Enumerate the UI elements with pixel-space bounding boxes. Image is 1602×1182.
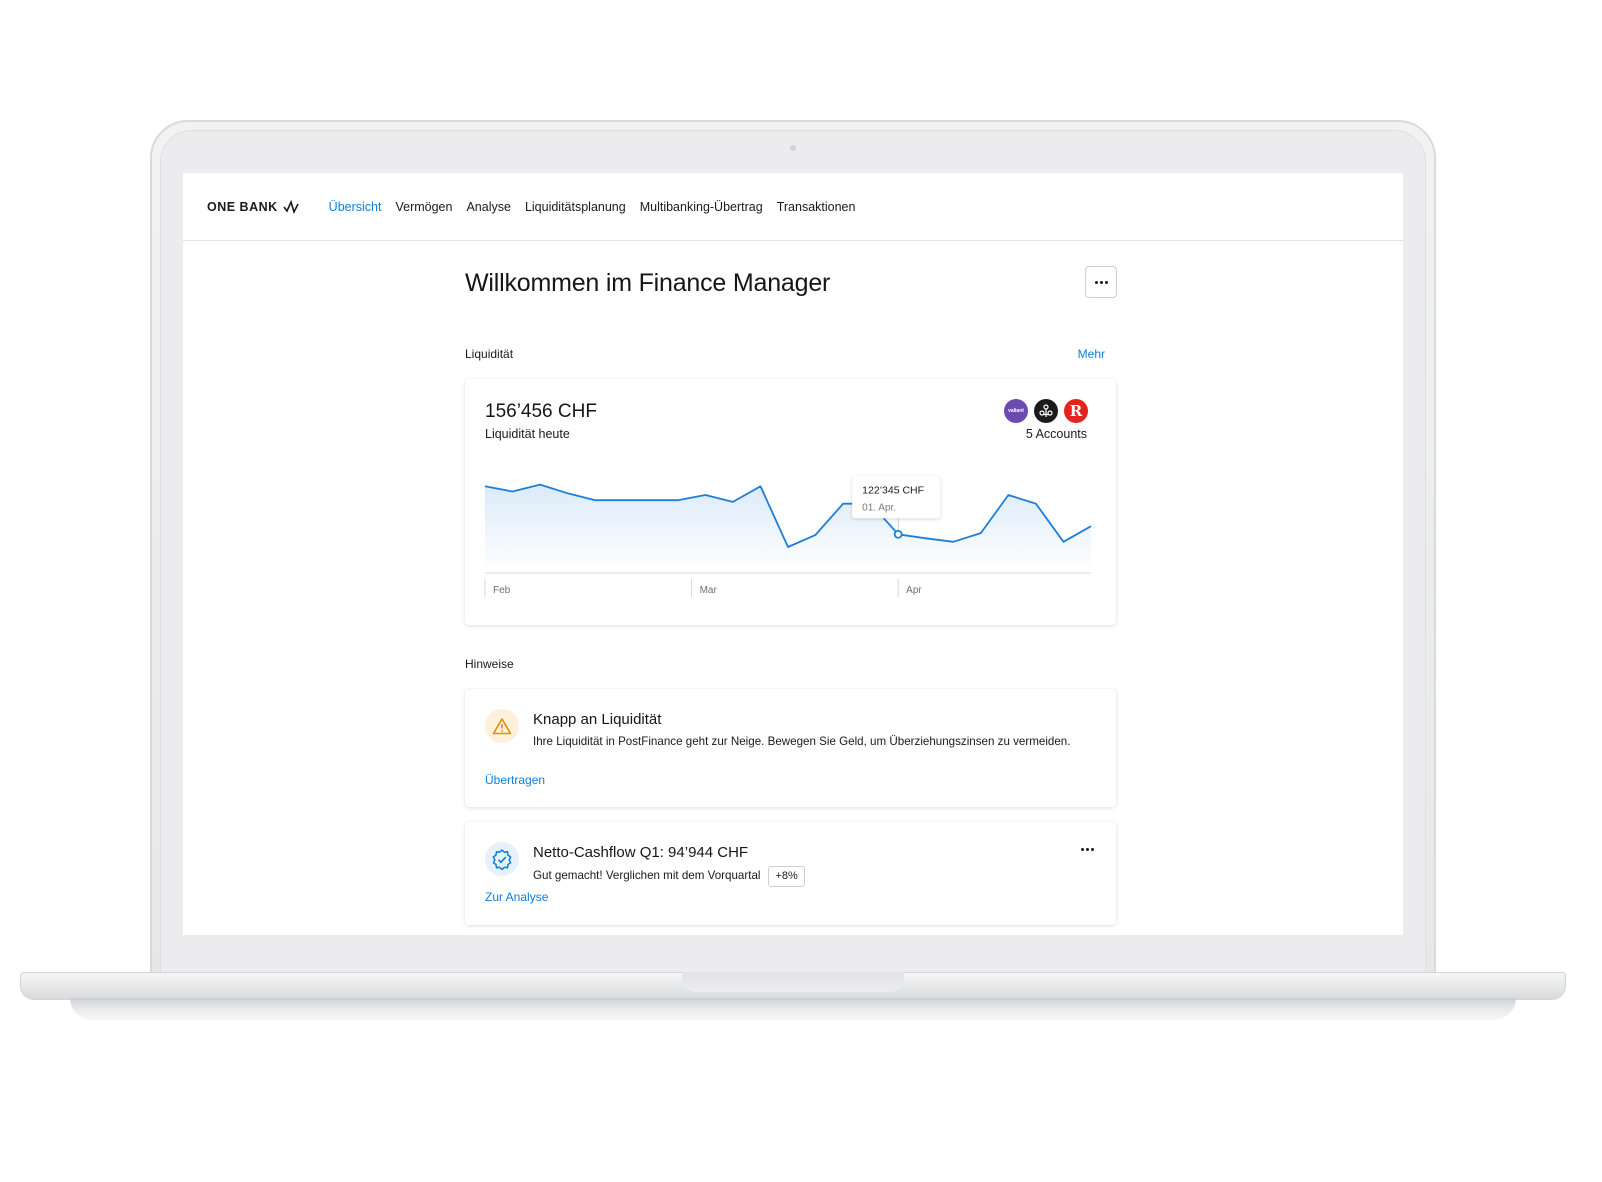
cashflow-change-badge: +8%	[768, 866, 805, 887]
nav-item-transaktionen[interactable]: Transaktionen	[777, 200, 856, 214]
liquidity-section-header: Liquidität Mehr	[465, 347, 1105, 361]
liquidity-amount: 156’456 CHF	[485, 401, 597, 422]
hint-card-low-liquidity[interactable]: Knapp an Liquidität Ihre Liquidität in P…	[465, 689, 1116, 807]
hint-card-net-cashflow[interactable]: Netto-Cashflow Q1: 94’944 CHF Gut gemach…	[465, 822, 1116, 925]
more-dots-icon	[1094, 280, 1108, 284]
app-screen: ONE BANK Übersicht Vermögen Analyse Liqu…	[183, 173, 1403, 935]
cashflow-more-button[interactable]	[1081, 848, 1094, 851]
ubs-keys-logo-icon	[1034, 399, 1058, 423]
to-analysis-link[interactable]: Zur Analyse	[485, 890, 548, 904]
chart-x-tick-label: Apr	[906, 585, 922, 596]
brand-logo[interactable]: ONE BANK	[207, 199, 299, 214]
brand-wave-icon	[283, 199, 299, 214]
page-more-button[interactable]	[1085, 266, 1117, 298]
chart-x-tick-label: Feb	[493, 585, 511, 596]
chart-x-tick-label: Mar	[700, 585, 718, 596]
cashflow-text-row: Gut gemacht! Verglichen mit dem Vorquart…	[533, 866, 1073, 887]
warning-triangle-icon	[485, 709, 519, 743]
liquidity-more-link[interactable]: Mehr	[1078, 347, 1105, 361]
laptop-notch	[682, 972, 904, 992]
nav-item-analyse[interactable]: Analyse	[466, 200, 510, 214]
chart-tooltip-point	[893, 529, 903, 539]
chart-tooltip-date: 01. Apr.	[862, 502, 896, 513]
page-title: Willkommen im Finance Manager	[465, 269, 831, 297]
top-navigation: ONE BANK Übersicht Vermögen Analyse Liqu…	[183, 173, 1403, 241]
liquidity-chart[interactable]: Feb Mar Apr 122’345 CHF 01. Apr.	[465, 449, 1116, 609]
verified-badge-icon	[485, 842, 519, 876]
liquidity-subtitle: Liquidität heute	[485, 427, 570, 441]
brand-name: ONE BANK	[207, 199, 278, 214]
chart-area	[485, 484, 1091, 573]
keys-glyph-icon	[1039, 404, 1053, 417]
valiant-logo-icon: valiant	[1004, 399, 1028, 423]
bank-logos[interactable]: valiant R	[1004, 399, 1088, 423]
nav-item-multibanking-uebertrag[interactable]: Multibanking-Übertrag	[640, 200, 763, 214]
raiffeisen-logo-icon: R	[1064, 399, 1088, 423]
nav-item-liquiditaetsplanung[interactable]: Liquiditätsplanung	[525, 200, 626, 214]
liquidity-section-label: Liquidität	[465, 347, 514, 361]
hints-section-label: Hinweise	[465, 657, 514, 671]
more-dots-icon	[1081, 848, 1094, 851]
chart-tooltip-value: 122’345 CHF	[862, 484, 924, 496]
nav-item-uebersicht[interactable]: Übersicht	[329, 200, 382, 214]
nav-item-vermoegen[interactable]: Vermögen	[395, 200, 452, 214]
cashflow-title: Netto-Cashflow Q1: 94’944 CHF	[533, 844, 749, 861]
accounts-count: 5 Accounts	[1025, 427, 1087, 441]
hint-title: Knapp an Liquidität	[533, 711, 662, 728]
main-content: Willkommen im Finance Manager Liquidität…	[465, 266, 1117, 925]
hint-text: Ihre Liquidität in PostFinance geht zur …	[533, 735, 1071, 748]
hints-section-header: Hinweise	[465, 657, 1105, 671]
liquidity-card[interactable]: 156’456 CHF Liquidität heute valiant R 5…	[465, 379, 1116, 625]
cashflow-text: Gut gemacht! Verglichen mit dem Vorquart…	[533, 869, 761, 882]
laptop-foot	[70, 998, 1516, 1020]
transfer-link[interactable]: Übertragen	[485, 773, 545, 787]
camera-icon	[790, 145, 796, 151]
